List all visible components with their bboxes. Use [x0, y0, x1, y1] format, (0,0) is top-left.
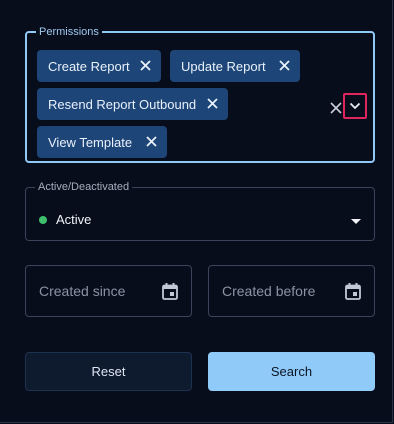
- close-icon[interactable]: [206, 97, 219, 110]
- permissions-label: Permissions: [39, 26, 99, 38]
- calendar-icon[interactable]: [161, 282, 179, 301]
- created-since-placeholder: Created since: [39, 283, 126, 299]
- clear-all-icon[interactable]: [329, 101, 343, 115]
- close-icon[interactable]: [139, 59, 152, 72]
- permission-chip-label: Resend Report Outbound: [48, 96, 197, 112]
- close-icon[interactable]: [278, 59, 291, 72]
- created-since-input[interactable]: Created since: [25, 265, 192, 317]
- permission-chip-label: Update Report: [181, 58, 266, 74]
- caret-down-icon[interactable]: [351, 219, 361, 224]
- search-button[interactable]: Search: [208, 352, 375, 391]
- status-value: Active: [39, 212, 91, 227]
- close-icon[interactable]: [145, 135, 158, 148]
- reset-button[interactable]: Reset: [25, 352, 192, 391]
- calendar-icon[interactable]: [344, 282, 362, 301]
- created-before-placeholder: Created before: [222, 283, 316, 299]
- status-label: Active/Deactivated: [38, 181, 130, 193]
- chevron-down-icon[interactable]: [343, 93, 367, 119]
- permission-chip-label: Create Report: [48, 58, 130, 74]
- permission-chip-label: View Template: [48, 134, 133, 150]
- permission-chip[interactable]: Create Report: [37, 50, 161, 82]
- status-value-text: Active: [56, 212, 92, 227]
- permissions-multiselect[interactable]: Permissions Create Report Update Report …: [25, 26, 375, 163]
- created-before-input[interactable]: Created before: [208, 265, 375, 317]
- permission-chip[interactable]: Update Report: [170, 50, 300, 82]
- permission-chip[interactable]: Resend Report Outbound: [37, 88, 228, 120]
- permission-chip[interactable]: View Template: [37, 126, 167, 158]
- status-dot-icon: [39, 215, 47, 224]
- status-select[interactable]: Active/Deactivated Active: [25, 181, 375, 241]
